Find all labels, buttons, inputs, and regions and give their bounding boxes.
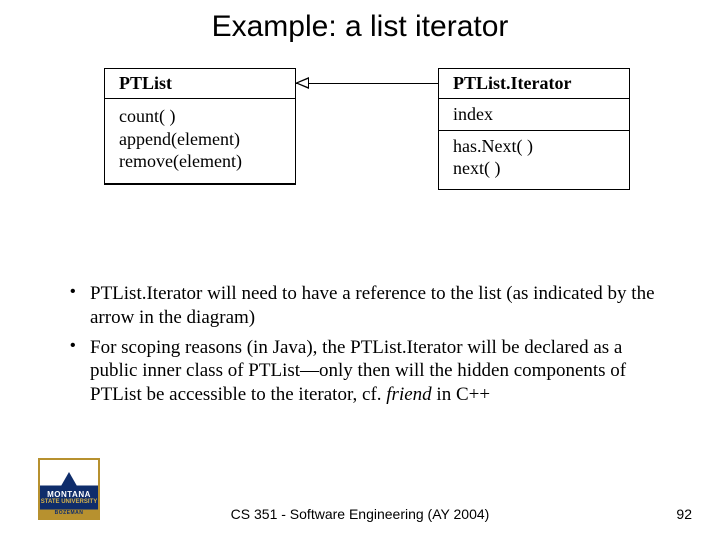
- bullet-text-italic: friend: [386, 384, 431, 405]
- uml-diagram: PTList count( ) append(element) remove(e…: [104, 68, 624, 238]
- uml-member: count( ): [119, 105, 285, 128]
- logo-line: MONTANA: [47, 491, 91, 499]
- logo-line: STATE UNIVERSITY: [41, 499, 97, 505]
- slide-title: Example: a list iterator: [0, 10, 720, 44]
- uml-member: remove(element): [119, 150, 285, 173]
- uml-class-attributes: index: [439, 99, 629, 131]
- association-arrow-head-icon: [295, 77, 309, 89]
- footer-text: CS 351 - Software Engineering (AY 2004): [0, 506, 720, 522]
- uml-class-ptlist-iterator: PTList.Iterator index has.Next( ) next( …: [438, 68, 630, 190]
- uml-attribute: index: [453, 103, 619, 126]
- bullet-text: in C++: [432, 384, 490, 405]
- logo-peak-icon: [40, 460, 98, 486]
- bullet-text: For scoping reasons (in Java), the PTLis…: [90, 337, 626, 406]
- uml-class-name: PTList: [105, 69, 295, 99]
- page-number: 92: [676, 506, 692, 522]
- uml-operation: next( ): [453, 157, 619, 180]
- association-arrow-line: [295, 83, 438, 84]
- uml-class-members: count( ) append(element) remove(element): [105, 99, 295, 184]
- uml-class-ptlist: PTList count( ) append(element) remove(e…: [104, 68, 296, 185]
- uml-class-name: PTList.Iterator: [439, 69, 629, 99]
- bullet-item: PTList.Iterator will need to have a refe…: [90, 282, 664, 330]
- bullet-item: For scoping reasons (in Java), the PTLis…: [90, 336, 664, 407]
- slide: Example: a list iterator PTList count( )…: [0, 0, 720, 540]
- uml-class-operations: has.Next( ) next( ): [439, 131, 629, 189]
- uml-member: append(element): [119, 128, 285, 151]
- uml-operation: has.Next( ): [453, 135, 619, 158]
- bullet-list: PTList.Iterator will need to have a refe…: [64, 282, 664, 413]
- bullet-text: PTList.Iterator will need to have a refe…: [90, 283, 655, 328]
